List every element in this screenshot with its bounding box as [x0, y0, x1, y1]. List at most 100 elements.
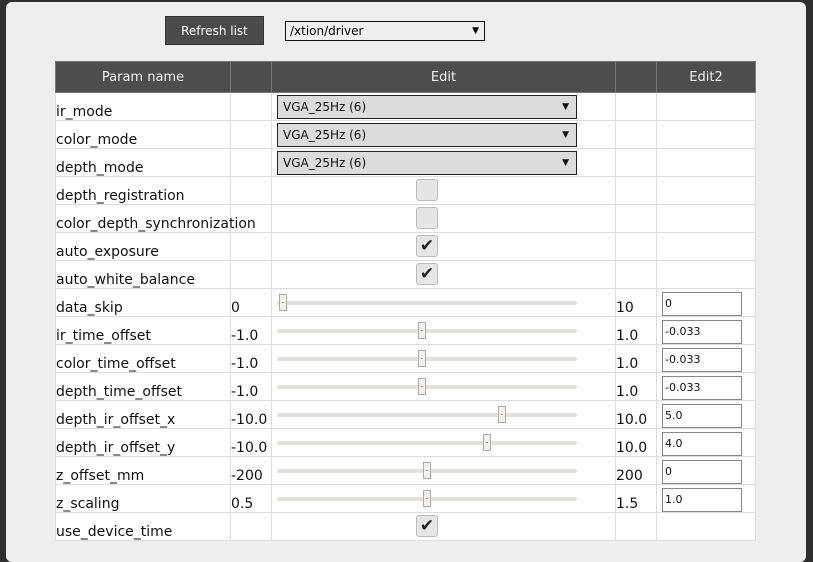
param-edit: [271, 316, 616, 345]
param-name-label: color_mode: [56, 132, 138, 148]
param-min: 0: [230, 288, 272, 317]
param-max: [615, 120, 657, 149]
refresh-list-button[interactable]: Refresh list: [165, 16, 264, 45]
param-name: data_skip: [55, 288, 231, 317]
param-max: 1.0: [615, 316, 657, 345]
slider-thumb[interactable]: [417, 350, 426, 367]
slider-thumb[interactable]: [483, 434, 491, 451]
value-input[interactable]: 5.0: [662, 404, 742, 428]
param-min: [230, 148, 272, 177]
param-slider[interactable]: [277, 319, 577, 341]
param-edit: [271, 344, 616, 373]
mode-dropdown[interactable]: VGA_25Hz (6) ▼: [277, 123, 577, 147]
slider-thumb[interactable]: [417, 378, 426, 395]
param-name-label: color_time_offset: [56, 356, 176, 372]
param-name: color_depth_synchronization: [55, 204, 256, 233]
mode-dropdown[interactable]: VGA_25Hz (6) ▼: [277, 151, 577, 175]
param-slider[interactable]: [277, 487, 577, 509]
param-name-label: auto_white_balance: [56, 272, 195, 288]
param-row-depth-mode: depth_mode VGA_25Hz (6) ▼: [55, 148, 756, 177]
value-input[interactable]: -0.033: [662, 348, 742, 372]
param-min: [230, 92, 272, 121]
param-name: auto_exposure: [55, 232, 231, 261]
slider-thumb[interactable]: [279, 294, 287, 311]
param-max: 10.0: [615, 400, 657, 429]
param-slider[interactable]: [277, 291, 577, 313]
param-name: color_mode: [55, 120, 231, 149]
param-min: -1.0: [230, 316, 272, 345]
slider-track: [277, 441, 577, 445]
slider-thumb[interactable]: [423, 490, 431, 507]
param-row-use-device-time: use_device_time ✔: [55, 512, 756, 541]
slider-track: [277, 385, 577, 389]
param-name-label: color_depth_synchronization: [56, 216, 256, 232]
param-edit2: [656, 260, 756, 289]
slider-thumb[interactable]: [423, 462, 431, 479]
param-slider[interactable]: [277, 459, 577, 481]
value-input[interactable]: 4.0: [662, 432, 742, 456]
dropdown-value: VGA_25Hz (6): [283, 128, 367, 142]
slider-thumb[interactable]: [498, 406, 506, 423]
param-row-depth-time-offset: depth_time_offset -1.0 1.0 -0.033: [55, 372, 756, 401]
mode-dropdown[interactable]: VGA_25Hz (6) ▼: [277, 95, 577, 119]
param-row-z-scaling: z_scaling 0.5 1.5 1.0: [55, 484, 756, 513]
param-edit: VGA_25Hz (6) ▼: [271, 120, 616, 149]
param-row-ir-time-offset: ir_time_offset -1.0 1.0 -0.033: [55, 316, 756, 345]
header-param-name: Param name: [55, 61, 231, 93]
checkmark-icon: ✔: [419, 264, 435, 284]
param-edit: [271, 204, 616, 233]
param-slider[interactable]: [277, 375, 577, 397]
param-checkbox[interactable]: [416, 207, 438, 229]
param-edit2: 0: [656, 456, 756, 485]
checkmark-icon: ✔: [419, 236, 435, 256]
param-edit2: 5.0: [656, 400, 756, 429]
param-edit: [271, 456, 616, 485]
param-slider[interactable]: [277, 403, 577, 425]
param-edit: [271, 372, 616, 401]
param-edit: VGA_25Hz (6) ▼: [271, 148, 616, 177]
param-name-label: depth_ir_offset_y: [56, 440, 176, 456]
param-min: 0.5: [230, 484, 272, 513]
param-edit2: [656, 512, 756, 541]
slider-track: [277, 301, 577, 305]
value-input[interactable]: 0: [662, 292, 742, 316]
param-name-label: z_offset_mm: [56, 468, 145, 484]
checkmark-icon: ✔: [419, 516, 435, 536]
value-input[interactable]: 0: [662, 460, 742, 484]
node-select[interactable]: /xtion/driver ▼: [285, 21, 485, 41]
param-max: 200: [615, 456, 657, 485]
slider-track: [277, 357, 577, 361]
value-input[interactable]: -0.033: [662, 320, 742, 344]
param-name: depth_registration: [55, 176, 231, 205]
param-checkbox[interactable]: ✔: [416, 515, 438, 537]
param-edit2: [656, 176, 756, 205]
param-checkbox[interactable]: [416, 179, 438, 201]
param-max: 1.0: [615, 372, 657, 401]
param-slider[interactable]: [277, 347, 577, 369]
param-min: [230, 232, 272, 261]
param-name-label: depth_mode: [56, 160, 144, 176]
header-max: [615, 61, 657, 93]
param-max: [615, 148, 657, 177]
param-edit: VGA_25Hz (6) ▼: [271, 92, 616, 121]
param-row-depth-ir-offset-x: depth_ir_offset_x -10.0 10.0 5.0: [55, 400, 756, 429]
dropdown-value: VGA_25Hz (6): [283, 100, 367, 114]
param-max: [615, 260, 657, 289]
param-edit2: [656, 92, 756, 121]
value-input[interactable]: -0.033: [662, 376, 742, 400]
param-checkbox[interactable]: ✔: [416, 263, 438, 285]
param-name: depth_time_offset: [55, 372, 231, 401]
param-checkbox[interactable]: ✔: [416, 235, 438, 257]
param-edit: [271, 288, 616, 317]
param-row-z-offset-mm: z_offset_mm -200 200 0: [55, 456, 756, 485]
param-max: 1.0: [615, 344, 657, 373]
param-name: color_time_offset: [55, 344, 231, 373]
param-edit2: 0: [656, 288, 756, 317]
value-input[interactable]: 1.0: [662, 488, 742, 512]
header-min: [230, 61, 272, 93]
param-max: 10: [615, 288, 657, 317]
param-name-label: ir_mode: [56, 104, 113, 120]
param-name: use_device_time: [55, 512, 231, 541]
param-slider[interactable]: [277, 431, 577, 453]
slider-thumb[interactable]: [417, 322, 426, 339]
